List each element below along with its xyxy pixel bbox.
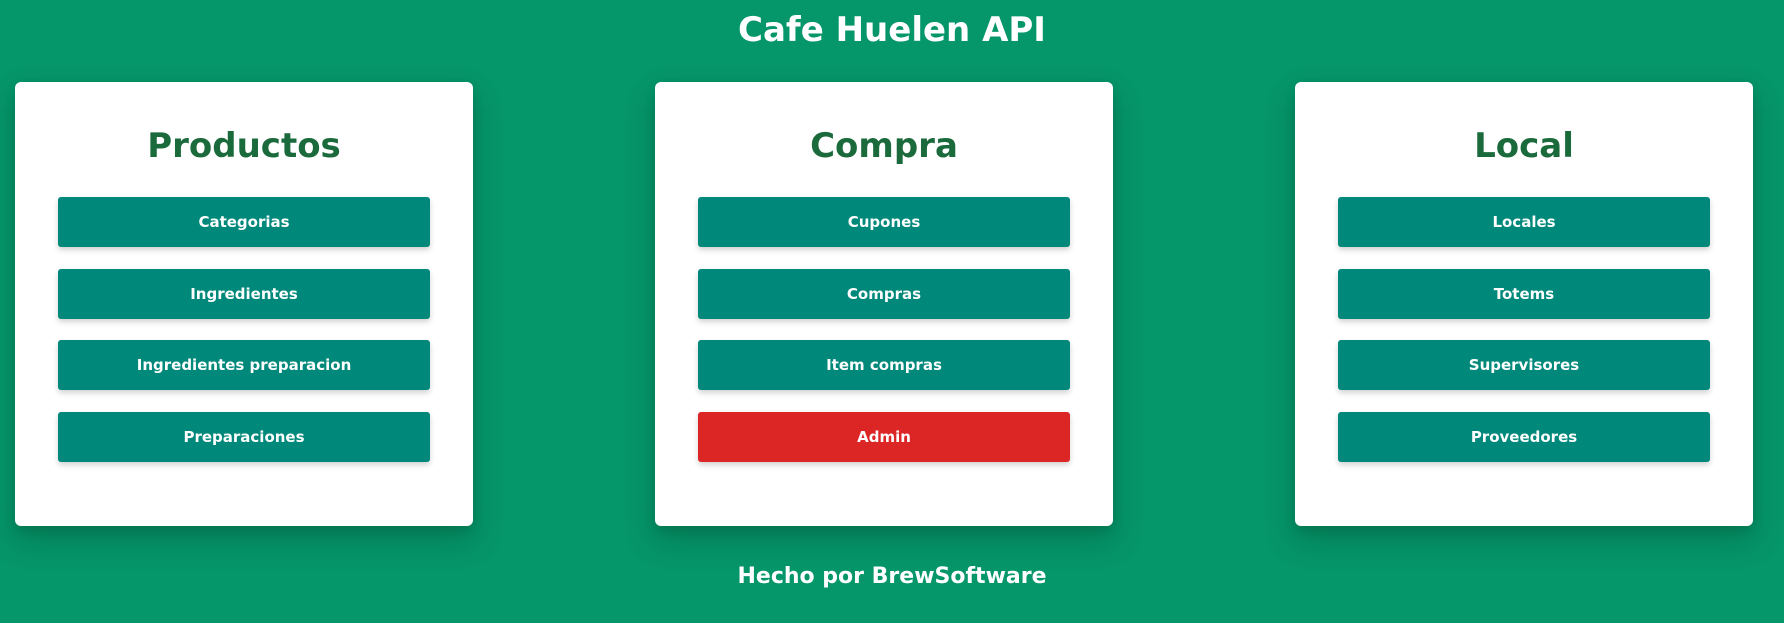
cupones-button[interactable]: Cupones	[698, 197, 1070, 247]
compras-button[interactable]: Compras	[698, 269, 1070, 319]
ingredientes-preparacion-button[interactable]: Ingredientes preparacion	[58, 340, 430, 390]
card-local: Local Locales Totems Supervisores Provee…	[1295, 82, 1753, 526]
locales-button[interactable]: Locales	[1338, 197, 1710, 247]
ingredientes-button[interactable]: Ingredientes	[58, 269, 430, 319]
card-title: Compra	[810, 126, 958, 166]
page-title: Cafe Huelen API	[738, 10, 1046, 50]
card-productos: Productos Categorias Ingredientes Ingred…	[15, 82, 473, 526]
card-title: Productos	[147, 126, 341, 166]
supervisores-button[interactable]: Supervisores	[1338, 340, 1710, 390]
item-compras-button[interactable]: Item compras	[698, 340, 1070, 390]
preparaciones-button[interactable]: Preparaciones	[58, 412, 430, 462]
card-title: Local	[1474, 126, 1574, 166]
categorias-button[interactable]: Categorias	[58, 197, 430, 247]
cards-container: Productos Categorias Ingredientes Ingred…	[15, 82, 1769, 526]
totems-button[interactable]: Totems	[1338, 269, 1710, 319]
footer-credit: Hecho por BrewSoftware	[737, 564, 1047, 589]
proveedores-button[interactable]: Proveedores	[1338, 412, 1710, 462]
admin-button[interactable]: Admin	[698, 412, 1070, 462]
card-compra: Compra Cupones Compras Item compras Admi…	[655, 82, 1113, 526]
